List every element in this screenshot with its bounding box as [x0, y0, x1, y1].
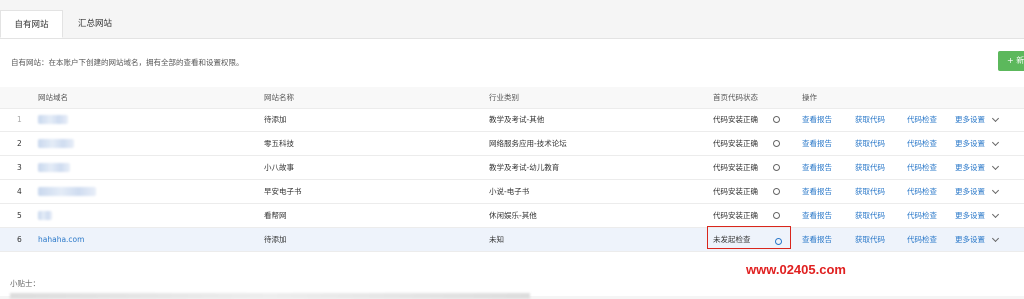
site-name: 看帮网	[264, 211, 287, 220]
more-settings-link[interactable]: 更多设置	[955, 228, 985, 251]
more-settings-link[interactable]: 更多设置	[955, 108, 985, 131]
site-industry: 休闲娱乐-其他	[489, 211, 537, 220]
row-index: 5	[17, 211, 22, 220]
tips-label: 小贴士：	[10, 279, 40, 288]
tips-content-blurred	[10, 293, 530, 299]
chevron-down-icon[interactable]	[991, 162, 1000, 171]
row-index: 2	[17, 139, 22, 148]
table-row: 5 看帮网 休闲娱乐-其他 代码安装正确 查看报告 获取代码 代码检查 更多设置	[0, 204, 1024, 228]
get-code-link[interactable]: 获取代码	[855, 228, 885, 251]
table-row: 2 零五科技 网络服务应用-技术论坛 代码安装正确 查看报告 获取代码 代码检查…	[0, 132, 1024, 156]
row-index: 4	[17, 187, 22, 196]
header-domain: 网站域名	[38, 93, 68, 102]
chevron-down-icon[interactable]	[991, 138, 1000, 147]
refresh-icon[interactable]	[773, 116, 780, 123]
table-row: 3 小八故事 教学及考试-幼儿教育 代码安装正确 查看报告 获取代码 代码检查 …	[0, 156, 1024, 180]
get-code-link[interactable]: 获取代码	[855, 108, 885, 131]
view-report-link[interactable]: 查看报告	[802, 204, 832, 227]
row-index: 3	[17, 163, 22, 172]
site-name: 待添加	[264, 235, 287, 244]
refresh-icon[interactable]	[773, 164, 780, 171]
get-code-link[interactable]: 获取代码	[855, 156, 885, 179]
refresh-icon[interactable]	[773, 188, 780, 195]
code-status: 代码安装正确	[713, 115, 758, 124]
get-code-link[interactable]: 获取代码	[855, 180, 885, 203]
site-name: 早安电子书	[264, 187, 302, 196]
more-settings-link[interactable]: 更多设置	[955, 132, 985, 155]
check-code-link[interactable]: 代码检查	[907, 180, 937, 203]
site-domain-link[interactable]: hahaha.com	[38, 228, 84, 251]
row-index: 6	[17, 235, 22, 244]
page-description: 自有网站：在本账户下创建的网站域名，拥有全部的查看和设置权限。	[11, 58, 244, 67]
site-name: 小八故事	[264, 163, 294, 172]
add-site-button[interactable]: + 新	[998, 51, 1024, 71]
refresh-icon[interactable]	[773, 140, 780, 147]
redacted-domain	[38, 211, 52, 220]
code-status: 代码安装正确	[713, 139, 758, 148]
view-report-link[interactable]: 查看报告	[802, 132, 832, 155]
redacted-domain	[38, 115, 68, 124]
get-code-link[interactable]: 获取代码	[855, 204, 885, 227]
site-industry: 小说-电子书	[489, 187, 530, 196]
code-status: 代码安装正确	[713, 187, 758, 196]
view-report-link[interactable]: 查看报告	[802, 156, 832, 179]
chevron-down-icon[interactable]	[991, 210, 1000, 219]
check-code-link[interactable]: 代码检查	[907, 108, 937, 131]
check-code-link[interactable]: 代码检查	[907, 132, 937, 155]
header-name: 网站名称	[264, 93, 294, 102]
header-status: 首页代码状态	[713, 93, 758, 102]
chevron-down-icon[interactable]	[991, 234, 1000, 243]
check-code-link[interactable]: 代码检查	[907, 204, 937, 227]
tab-own-sites[interactable]: 自有网站	[0, 10, 63, 38]
check-code-link[interactable]: 代码检查	[907, 228, 937, 251]
table-header: 网站域名 网站名称 行业类别 首页代码状态 操作	[0, 87, 1024, 109]
chevron-down-icon[interactable]	[991, 186, 1000, 195]
more-settings-link[interactable]: 更多设置	[955, 180, 985, 203]
table-row: 4 早安电子书 小说-电子书 代码安装正确 查看报告 获取代码 代码检查 更多设…	[0, 180, 1024, 204]
row-index: 1	[17, 115, 22, 124]
redacted-domain	[38, 139, 74, 148]
chevron-down-icon[interactable]	[991, 114, 1000, 123]
watermark-text: www.02405.com	[746, 262, 846, 277]
refresh-icon[interactable]	[773, 212, 780, 219]
header-industry: 行业类别	[489, 93, 519, 102]
site-industry: 未知	[489, 235, 504, 244]
site-name: 零五科技	[264, 139, 294, 148]
site-industry: 教学及考试-其他	[489, 115, 545, 124]
main-panel: 自有网站：在本账户下创建的网站域名，拥有全部的查看和设置权限。 + 新 网站域名…	[0, 39, 1024, 296]
table-row: 6 hahaha.com 待添加 未知 未发起检查 查看报告 获取代码 代码检查…	[0, 228, 1024, 252]
redacted-domain	[38, 163, 70, 172]
highlight-annotation-box	[707, 226, 791, 249]
more-settings-link[interactable]: 更多设置	[955, 156, 985, 179]
tab-summary-sites[interactable]: 汇总网站	[63, 10, 127, 38]
code-status: 代码安装正确	[713, 163, 758, 172]
get-code-link[interactable]: 获取代码	[855, 132, 885, 155]
site-name: 待添加	[264, 115, 287, 124]
code-status: 代码安装正确	[713, 211, 758, 220]
header-ops: 操作	[802, 93, 817, 102]
view-report-link[interactable]: 查看报告	[802, 108, 832, 131]
site-industry: 网络服务应用-技术论坛	[489, 139, 567, 148]
view-report-link[interactable]: 查看报告	[802, 228, 832, 251]
view-report-link[interactable]: 查看报告	[802, 180, 832, 203]
site-industry: 教学及考试-幼儿教育	[489, 163, 560, 172]
more-settings-link[interactable]: 更多设置	[955, 204, 985, 227]
check-code-link[interactable]: 代码检查	[907, 156, 937, 179]
redacted-domain	[38, 187, 96, 196]
table-row: 1 待添加 教学及考试-其他 代码安装正确 查看报告 获取代码 代码检查 更多设…	[0, 108, 1024, 132]
tab-bar: 自有网站 汇总网站	[0, 10, 1024, 39]
